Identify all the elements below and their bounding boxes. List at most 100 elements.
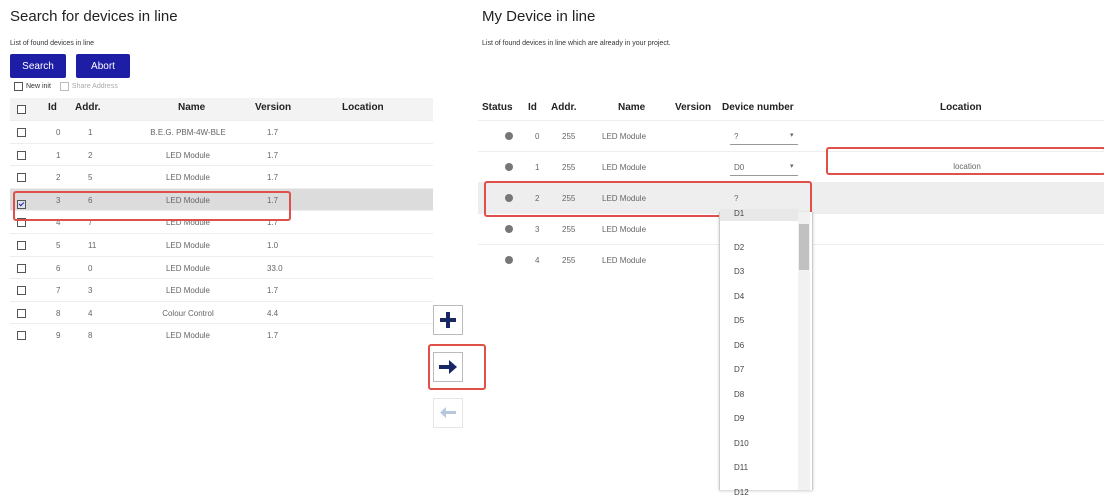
table-row[interactable]: 9 8 LED Module 1.7 (10, 323, 433, 347)
dropdown-option[interactable]: D4 (734, 292, 744, 301)
cell-name: B.E.G. PBM-4W-BLE (150, 128, 226, 137)
table-row[interactable]: 8 4 Colour Control 4.4 (10, 300, 433, 325)
cell-name: LED Module (165, 286, 211, 296)
new-init-label: New init (26, 83, 51, 90)
device-number-select[interactable]: D0 ▾ (730, 159, 798, 176)
cell-version: 1.7 (267, 173, 279, 183)
cell-version: 1.7 (267, 150, 279, 160)
chevron-down-icon: ▾ (790, 132, 794, 139)
status-dot-icon (505, 225, 513, 233)
row-checkbox[interactable] (17, 331, 26, 341)
cell-id: 0 (56, 128, 61, 137)
col-status: Status (482, 102, 513, 113)
col-version: Version (255, 102, 292, 113)
col-location: Location (940, 102, 982, 113)
table-row[interactable]: 1 2 LED Module 1.7 (10, 142, 433, 167)
device-number-value: D0 (734, 163, 745, 172)
add-device-button[interactable] (433, 305, 463, 335)
dropdown-option[interactable]: D3 (734, 267, 744, 276)
table-row[interactable]: 5 11 LED Module 1.0 (10, 233, 433, 257)
cell-addr: 0 (88, 263, 93, 273)
cell-addr: 2 (88, 150, 93, 160)
share-address-checkbox[interactable] (59, 82, 69, 91)
left-table-header: Id Addr. Name Version Location (10, 98, 433, 120)
location-field-highlight (826, 147, 1104, 175)
row-checkbox[interactable] (17, 241, 26, 250)
table-row[interactable]: 6 0 LED Module 33.0 (10, 255, 433, 280)
dropdown-option[interactable]: D5 (734, 316, 744, 325)
col-location: Location (342, 102, 384, 113)
arrow-left-icon (440, 407, 456, 418)
dropdown-scrollbar-thumb[interactable] (799, 224, 809, 270)
row-checkbox[interactable] (17, 173, 26, 183)
row-checkbox[interactable] (17, 308, 26, 318)
dropdown-option[interactable]: D10 (734, 439, 749, 448)
cell-name: LED Module (165, 241, 211, 250)
table-row[interactable]: 7 3 LED Module 1.7 (10, 278, 433, 302)
col-id: Id (48, 102, 57, 113)
col-name: Name (178, 102, 206, 113)
selected-row-highlight (13, 191, 291, 221)
cell-addr: 255 (562, 225, 576, 234)
dropdown-option[interactable]: D2 (734, 243, 744, 252)
abort-button[interactable]: Abort (76, 54, 130, 78)
row-checkbox[interactable] (17, 263, 26, 273)
col-addr: Addr. (551, 102, 577, 113)
row-checkbox[interactable] (17, 150, 26, 160)
cell-addr: 1 (88, 128, 93, 137)
status-dot-icon (505, 132, 513, 140)
dropdown-option[interactable]: D9 (734, 414, 744, 423)
cell-addr: 255 (562, 163, 576, 172)
right-panel-subtitle: List of found devices in line which are … (482, 40, 671, 47)
cell-name: Colour Control (162, 308, 214, 318)
cell-name: LED Module (602, 256, 647, 265)
col-id: Id (528, 102, 537, 113)
move-right-button[interactable] (433, 352, 463, 382)
cell-id: 2 (56, 173, 61, 183)
dropdown-scrollbar[interactable] (798, 212, 810, 490)
cell-addr: 3 (88, 286, 93, 296)
row-checkbox[interactable] (17, 286, 26, 296)
cell-id: 7 (56, 286, 61, 296)
col-version: Version (675, 102, 712, 113)
right-panel-title: My Device in line (482, 8, 596, 25)
device-number-select[interactable]: ? ▾ (730, 128, 798, 145)
dropdown-option[interactable]: D8 (734, 390, 744, 399)
new-init-checkbox[interactable] (14, 82, 23, 91)
cell-name: LED Module (602, 132, 647, 141)
cell-version: 1.7 (267, 128, 279, 137)
cell-name: LED Module (165, 150, 211, 160)
device-number-dropdown-list: D1 D2 D3 D4 D5 D6 D7 D8 D9 D10 D11 D12 (719, 209, 813, 497)
cell-addr: 5 (88, 173, 93, 183)
col-addr: Addr. (75, 102, 101, 113)
arrow-right-icon (439, 360, 457, 374)
row-checkbox[interactable] (17, 128, 26, 137)
dropdown-option[interactable]: D7 (734, 365, 744, 374)
plus-icon (440, 312, 456, 328)
cell-id: 1 (56, 150, 61, 160)
move-left-button[interactable] (433, 398, 463, 428)
cell-version: 1.7 (267, 331, 279, 341)
dropdown-option[interactable]: D1 (720, 209, 798, 221)
left-panel-subtitle: List of found devices in line (10, 40, 95, 47)
cell-addr: 255 (562, 256, 576, 265)
cell-name: LED Module (165, 331, 211, 341)
right-table-header: Status Id Addr. Name Version Device numb… (478, 98, 1104, 120)
dropdown-option[interactable]: D12 (734, 488, 749, 497)
cell-version: 1.0 (267, 241, 279, 250)
table-row[interactable]: 2 5 LED Module 1.7 (10, 165, 433, 189)
cell-id: 0 (535, 132, 540, 141)
chevron-down-icon: ▾ (790, 163, 794, 170)
table-row[interactable]: 0 1 B.E.G. PBM-4W-BLE 1.7 (10, 120, 433, 144)
left-panel-title: Search for devices in line (10, 8, 178, 25)
cell-addr: 8 (88, 331, 93, 341)
col-name: Name (618, 102, 646, 113)
select-all-checkbox[interactable] (17, 105, 26, 114)
search-button[interactable]: Search (10, 54, 66, 78)
status-dot-icon (505, 163, 513, 171)
dropdown-option[interactable]: D6 (734, 341, 744, 350)
cell-id: 4 (535, 256, 540, 265)
cell-name: LED Module (602, 225, 647, 234)
device-number-value: ? (734, 132, 739, 141)
dropdown-option[interactable]: D11 (734, 463, 748, 472)
